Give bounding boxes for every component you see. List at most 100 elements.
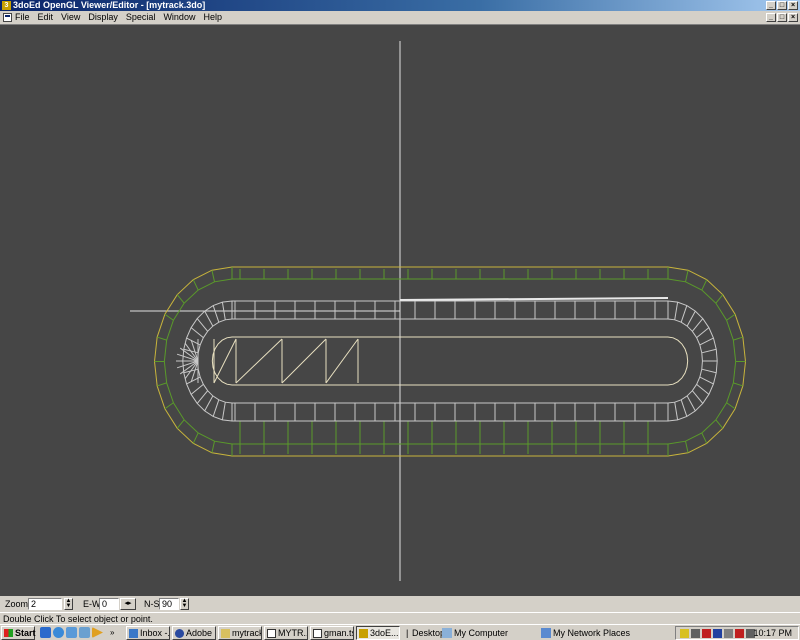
media-player-icon[interactable] [92,627,103,638]
tray-monitor-icon[interactable] [691,629,700,638]
zoom-field[interactable]: 2 [28,598,62,610]
zoom-label: Zoom [5,599,29,609]
outer-track-segment [156,336,167,341]
track-segment [212,399,220,417]
inner-road-edge [211,336,689,386]
ns-label: N-S [144,599,160,609]
tray-word-icon[interactable] [735,629,744,638]
outer-track-segment [156,382,167,387]
outer-track-segment [701,432,708,444]
ew-spinner[interactable]: ◂▸ [120,598,136,610]
track-segment [699,337,714,346]
document-icon [267,629,276,638]
ew-field[interactable]: 0 [99,598,119,610]
track-segment [204,395,214,412]
bay-diagonal [281,338,327,384]
bay-diagonal [235,338,283,384]
minimize-button[interactable]: _ [766,1,776,10]
mail-icon [129,629,138,638]
track-segment [701,368,717,374]
document-icon[interactable] [3,13,12,22]
bay-diagonal [325,338,359,384]
tray-network2-icon[interactable] [724,629,733,638]
start-label: Start [15,628,36,638]
menu-display[interactable]: Display [88,11,118,24]
track-segment [686,395,696,412]
track-wireframe[interactable] [0,25,800,597]
task-adobe[interactable]: Adobe ... [172,626,216,640]
ns-spinner[interactable]: ▲ ▼ [180,598,189,610]
clock[interactable]: 10:17 PM [753,627,792,639]
menu-help[interactable]: Help [203,11,222,24]
outer-track-segment [192,432,199,444]
outlook-icon[interactable] [66,627,77,638]
media-icon[interactable] [79,627,90,638]
maximize-button[interactable]: □ [777,1,787,10]
notepad-icon [313,629,322,638]
doc-minimize-button[interactable]: _ [766,13,776,22]
track-segment [674,302,679,320]
tray-lightning-icon[interactable] [680,629,689,638]
outer-track-segment [715,294,724,304]
zoom-spinner[interactable]: ▲ ▼ [64,598,73,610]
quicklaunch-overflow-icon[interactable]: » [110,627,121,638]
desktop-toolbar[interactable]: Desktop [412,627,445,639]
my-computer-link[interactable]: My Computer [442,627,508,639]
doc-close-button[interactable]: × [788,13,798,22]
outer-track-segment [701,279,708,291]
pit-lane-stripe [399,297,669,301]
document-controls: _ □ × [766,13,798,22]
track-segment [196,318,209,332]
show-desktop-icon[interactable] [40,627,51,638]
internet-explorer-icon[interactable] [53,627,64,638]
task-gman[interactable]: gman.ts... [310,626,354,640]
track-segment [212,305,220,323]
task-inbox[interactable]: Inbox -... [126,626,170,640]
tray-network-icon[interactable] [713,629,722,638]
outer-track-segment [211,441,215,453]
outer-track-segment [164,402,174,410]
menu-window[interactable]: Window [163,11,195,24]
system-tray: 10:17 PM [675,626,799,640]
window-title: 3doEd OpenGL Viewer/Editor - [mytrack.3d… [13,0,206,10]
menu-view[interactable]: View [61,11,80,24]
windows-flag-icon [4,629,13,637]
title-bar: 3 3doEd OpenGL Viewer/Editor - [mytrack.… [0,0,800,11]
track-segment [204,310,214,327]
outer-track-segment [176,419,185,429]
start-button[interactable]: Start [1,626,36,640]
track-segment [680,305,688,323]
outer-track-segment [685,441,689,453]
menu-file[interactable]: File [15,11,30,24]
opengl-viewport[interactable] [0,24,800,596]
turn-fan-line [176,353,199,362]
network-places-link[interactable]: My Network Places [541,627,630,639]
track-segment [190,327,204,339]
track-segment [691,318,704,332]
task-mytr[interactable]: MYTR... [264,626,308,640]
outer-track-segment [164,313,174,321]
outer-track-segment [192,279,199,291]
outer-track-segment [726,313,736,321]
outer-track-edge [154,266,746,457]
track-segment [686,310,696,327]
ns-field[interactable]: 90 [159,598,179,610]
track-segment [221,402,226,420]
menu-special[interactable]: Special [126,11,156,24]
track-segment [674,402,679,420]
close-button[interactable]: × [788,1,798,10]
track-segment [696,327,710,339]
track-segment [196,390,209,404]
tray-app-icon[interactable] [702,629,711,638]
track-segment [691,390,704,404]
track-segment [701,348,717,354]
outer-track-segment [211,270,215,282]
task-3doed[interactable]: 3doE... [356,626,400,640]
task-mytrack[interactable]: mytrack [218,626,262,640]
app-icon[interactable]: 3 [2,1,11,10]
doc-restore-button[interactable]: □ [777,13,787,22]
outer-track-segment [685,270,689,282]
outer-track-segment [176,294,185,304]
window-controls: _ □ × [766,1,798,10]
menu-edit[interactable]: Edit [38,11,54,24]
